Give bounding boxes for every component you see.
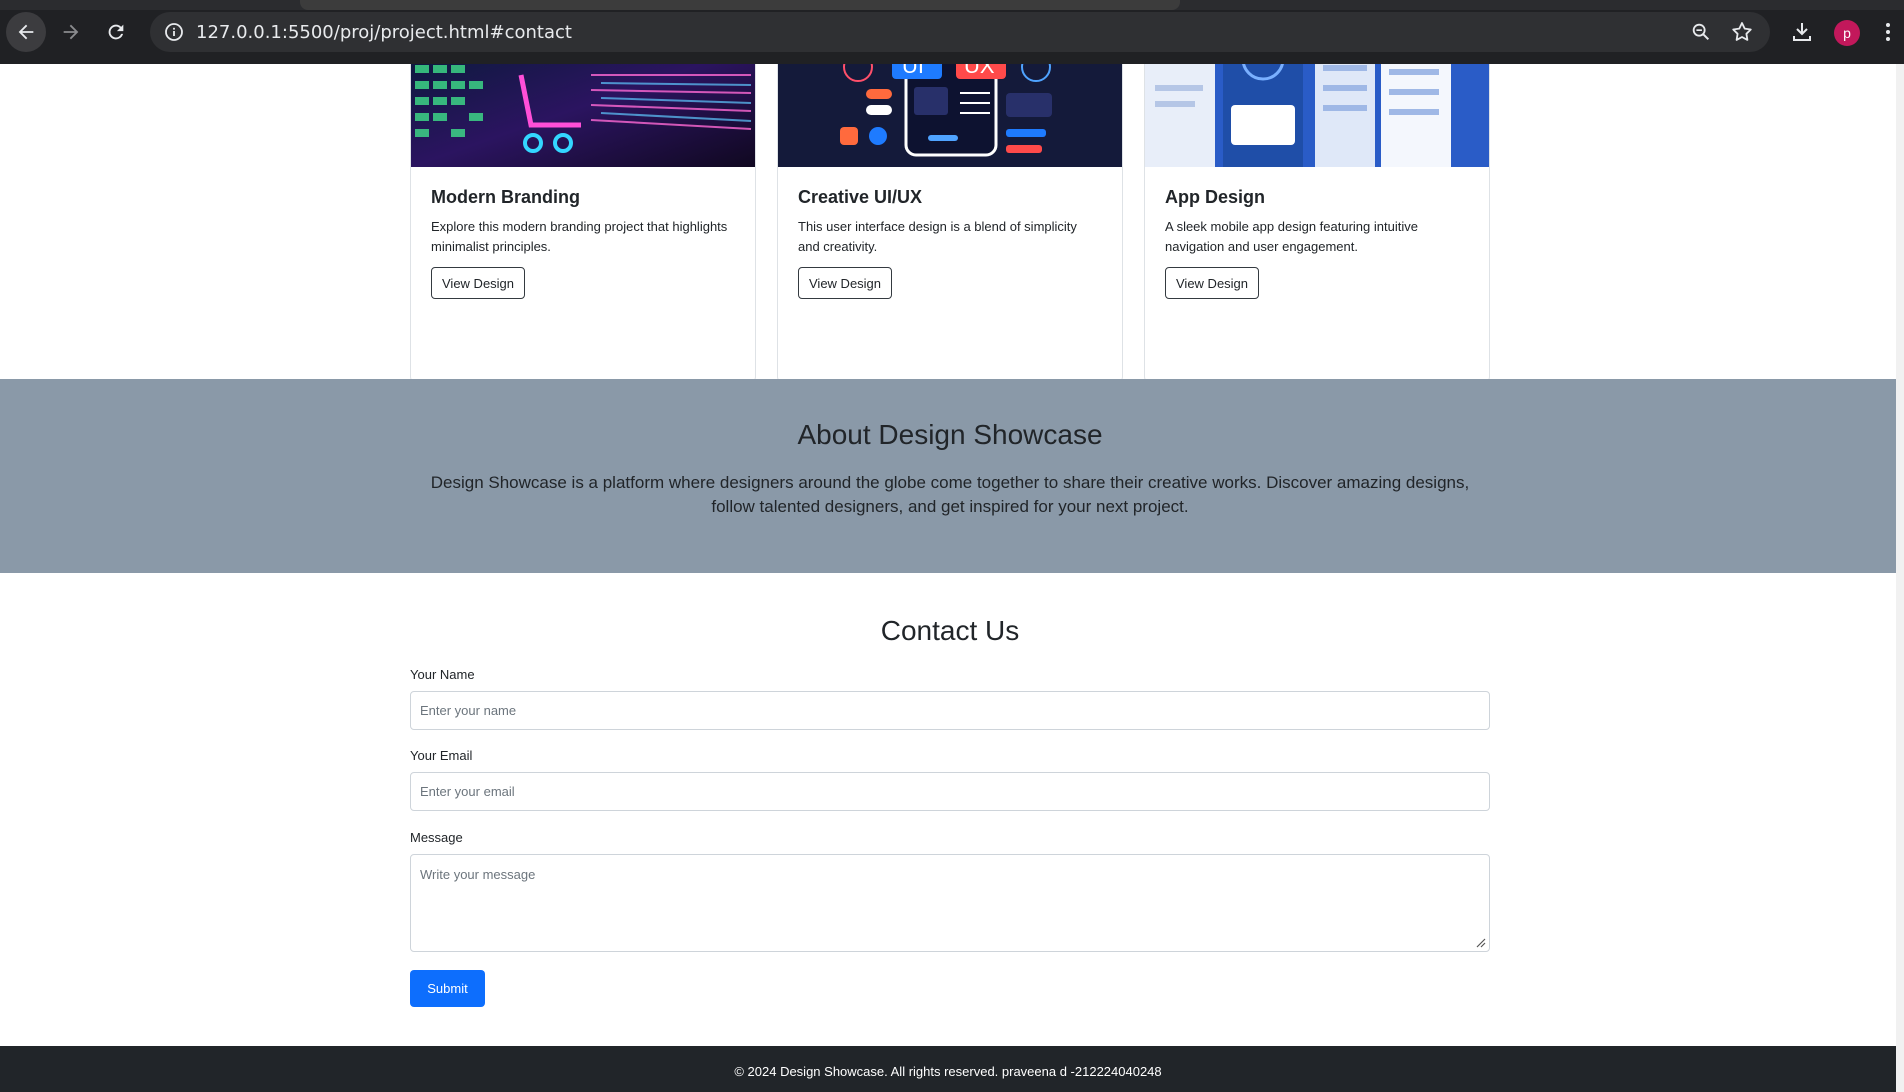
email-label: Your Email xyxy=(410,748,473,763)
design-card: UI UX Creative UI/UX This user interface xyxy=(777,64,1123,382)
forward-button[interactable] xyxy=(51,12,91,52)
footer-text: © 2024 Design Showcase. All rights reser… xyxy=(734,1063,1162,1079)
submit-button[interactable]: Submit xyxy=(410,970,485,1007)
resize-handle-icon[interactable] xyxy=(1476,938,1486,948)
contact-title: Contact Us xyxy=(880,615,1020,646)
card-text: This user interface design is a blend of… xyxy=(798,219,1077,254)
view-design-button[interactable]: View Design xyxy=(431,267,526,299)
scrollbar[interactable] xyxy=(1896,64,1904,1092)
tab-strip xyxy=(0,0,1904,10)
back-button[interactable] xyxy=(6,12,46,52)
active-tab[interactable] xyxy=(300,0,1180,10)
card-image xyxy=(1145,64,1489,167)
view-design-button[interactable]: View Design xyxy=(798,267,893,299)
profile-avatar[interactable]: p xyxy=(1834,20,1860,46)
view-design-button[interactable]: View Design xyxy=(1165,267,1260,299)
browser-toolbar: 127.0.0.1:5500/proj/project.html#contact… xyxy=(0,0,1904,64)
design-cards: Modern Branding Explore this modern bran… xyxy=(410,64,1490,384)
design-card: App Design A sleek mobile app design fea… xyxy=(1144,64,1490,382)
card-title: Creative UI/UX xyxy=(798,187,923,207)
url-text[interactable]: 127.0.0.1:5500/proj/project.html#contact xyxy=(196,22,572,43)
message-label: Message xyxy=(410,830,463,845)
about-section: About Design Showcase Design Showcase is… xyxy=(0,379,1896,573)
card-image: UI UX xyxy=(778,64,1122,167)
site-info-icon[interactable] xyxy=(164,22,184,42)
design-card: Modern Branding Explore this modern bran… xyxy=(410,64,756,382)
about-title: About Design Showcase xyxy=(797,419,1103,450)
card-image xyxy=(411,64,755,167)
email-input[interactable]: Enter your email xyxy=(410,772,1490,811)
name-label: Your Name xyxy=(410,667,475,682)
card-title: App Design xyxy=(1165,187,1266,207)
card-title: Modern Branding xyxy=(431,187,580,207)
name-input[interactable]: Enter your name xyxy=(410,691,1490,730)
reload-icon xyxy=(108,24,124,40)
card-text: Explore this modern branding project tha… xyxy=(431,219,728,254)
about-text: Design Showcase is a platform where desi… xyxy=(430,473,1470,516)
kebab-menu-icon[interactable] xyxy=(1882,20,1894,44)
address-bar[interactable]: 127.0.0.1:5500/proj/project.html#contact xyxy=(150,12,1770,52)
footer: © 2024 Design Showcase. All rights reser… xyxy=(0,1046,1896,1092)
zoom-icon[interactable] xyxy=(1690,21,1712,43)
ui-badge-text: UI xyxy=(902,64,924,78)
page-viewport: Modern Branding Explore this modern bran… xyxy=(0,64,1904,1092)
arrow-left-icon xyxy=(18,24,34,40)
arrow-right-icon xyxy=(63,24,79,40)
bookmark-star-icon[interactable] xyxy=(1730,20,1754,44)
message-textarea[interactable]: Write your message xyxy=(410,854,1490,952)
ux-badge-text: UX xyxy=(964,64,995,78)
download-icon[interactable] xyxy=(1790,20,1814,44)
reload-button[interactable] xyxy=(96,12,136,52)
card-text: A sleek mobile app design featuring intu… xyxy=(1165,219,1418,254)
message-placeholder: Write your message xyxy=(420,867,536,882)
